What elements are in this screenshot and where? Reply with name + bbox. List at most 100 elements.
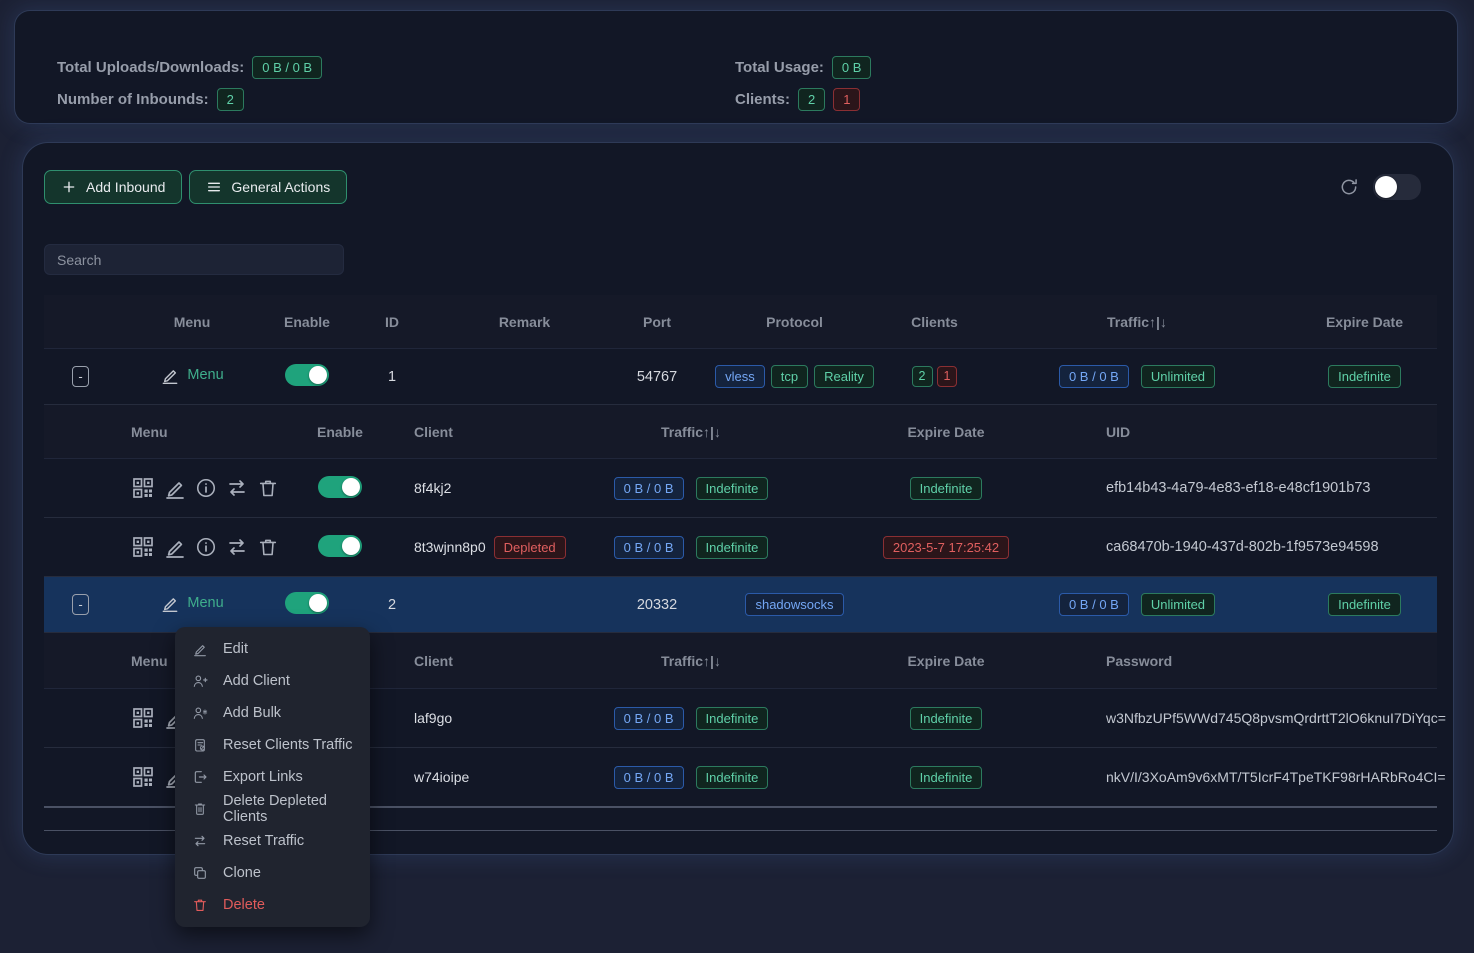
sub-header-traffic[interactable]: Traffic↑|↓ xyxy=(566,653,816,669)
client-name: w74ioipe xyxy=(379,769,566,785)
total-uploads-downloads-label: Total Uploads/Downloads: xyxy=(57,59,244,76)
sub-header-uid: UID xyxy=(1076,424,1437,440)
header-protocol: Protocol xyxy=(702,314,887,330)
info-icon[interactable] xyxy=(195,536,217,558)
sub-header-client: Client xyxy=(379,424,566,440)
delete-client-icon[interactable] xyxy=(257,477,279,499)
menu-item-add-client[interactable]: Add Client xyxy=(175,665,370,697)
expire-badge: Indefinite xyxy=(1328,593,1401,616)
depleted-badge: Depleted xyxy=(494,536,566,559)
client-name: laf9go xyxy=(379,710,566,726)
search-input[interactable] xyxy=(44,244,344,275)
menu-item-label: Export Links xyxy=(223,769,303,785)
inbound-id: 1 xyxy=(347,369,437,385)
header-port: Port xyxy=(612,314,702,330)
client-row: 8f4kj2 0 B / 0 B Indefinite Indefinite e… xyxy=(44,459,1437,518)
protocol-badge: vless xyxy=(715,365,765,388)
trash-icon xyxy=(192,897,208,913)
traffic-badge: 0 B / 0 B xyxy=(1059,365,1129,388)
delete-client-icon[interactable] xyxy=(257,536,279,558)
general-actions-button[interactable]: General Actions xyxy=(189,170,347,204)
edit-icon xyxy=(192,641,208,657)
header-id: ID xyxy=(347,314,437,330)
header-traffic-sort[interactable]: Traffic↑|↓ xyxy=(982,314,1292,330)
menu-item-edit[interactable]: Edit xyxy=(175,633,370,665)
dark-mode-toggle[interactable] xyxy=(1373,174,1421,200)
edit-pencil-icon xyxy=(160,365,180,385)
collapse-row-button[interactable]: - xyxy=(72,594,89,615)
enable-toggle[interactable] xyxy=(285,364,329,386)
edit-client-icon[interactable] xyxy=(163,535,187,559)
client-limit-badge: Indefinite xyxy=(696,477,769,500)
menu-item-delete-depleted-clients[interactable]: Delete Depleted Clients xyxy=(175,793,370,825)
sub-header-expire: Expire Date xyxy=(816,424,1076,440)
qr-code-icon[interactable] xyxy=(131,476,155,500)
refresh-icon[interactable] xyxy=(1339,177,1359,197)
client-traffic-badge: 0 B / 0 B xyxy=(614,707,684,730)
reset-traffic-icon[interactable] xyxy=(225,535,249,559)
menu-item-export-links[interactable]: Export Links xyxy=(175,761,370,793)
menu-item-reset-clients-traffic[interactable]: Reset Clients Traffic xyxy=(175,729,370,761)
person-plus-icon xyxy=(192,673,208,689)
trash-box-icon xyxy=(192,801,208,817)
add-inbound-label: Add Inbound xyxy=(86,179,165,195)
client-password: w3NfbzUPf5WWd745Q8pvsmQrdrttT2lO6knuI7Di… xyxy=(1076,710,1446,726)
clients-depleted-count: 1 xyxy=(833,88,860,111)
enable-toggle[interactable] xyxy=(285,592,329,614)
protocol-badge: shadowsocks xyxy=(745,593,843,616)
sub-header-password: Password xyxy=(1076,653,1437,669)
sub-header-client: Client xyxy=(379,653,566,669)
inbound-context-menu: Edit Add Client Add Bulk Reset Clients T… xyxy=(175,627,370,927)
sub-header-expire: Expire Date xyxy=(816,653,1076,669)
menu-item-clone[interactable]: Clone xyxy=(175,857,370,889)
toolbar: Add Inbound General Actions xyxy=(44,170,1421,204)
stats-panel: Total Uploads/Downloads: 0 B / 0 B Numbe… xyxy=(14,10,1458,124)
client-traffic-badge: 0 B / 0 B xyxy=(614,536,684,559)
sub-header-traffic[interactable]: Traffic↑|↓ xyxy=(566,424,816,440)
client-uid: ca68470b-1940-437d-802b-1f9573e94598 xyxy=(1076,539,1437,555)
total-uploads-downloads-value: 0 B / 0 B xyxy=(252,56,322,79)
client-traffic-badge: 0 B / 0 B xyxy=(614,766,684,789)
info-icon[interactable] xyxy=(195,477,217,499)
collapse-row-button[interactable]: - xyxy=(72,366,89,387)
client-enable-toggle[interactable] xyxy=(318,476,362,498)
plus-icon xyxy=(61,179,77,195)
number-of-inbounds-value: 2 xyxy=(217,88,244,111)
header-menu: Menu xyxy=(117,314,267,330)
menu-item-add-bulk[interactable]: Add Bulk xyxy=(175,697,370,729)
menu-item-label: Reset Clients Traffic xyxy=(223,737,352,753)
client-uid: efb14b43-4a79-4e83-ef18-e48cf1901b73 xyxy=(1076,480,1437,496)
qr-code-icon[interactable] xyxy=(131,706,155,730)
export-icon xyxy=(192,769,208,785)
client-enable-toggle[interactable] xyxy=(318,535,362,557)
qr-code-icon[interactable] xyxy=(131,765,155,789)
client-traffic-badge: 0 B / 0 B xyxy=(614,477,684,500)
inbound-menu-link[interactable]: Menu xyxy=(160,365,223,385)
traffic-badge: 0 B / 0 B xyxy=(1059,593,1129,616)
qr-code-icon[interactable] xyxy=(131,535,155,559)
reset-traffic-icon[interactable] xyxy=(225,476,249,500)
menu-item-reset-traffic[interactable]: Reset Traffic xyxy=(175,825,370,857)
menu-item-label: Reset Traffic xyxy=(223,833,304,849)
inbound-id: 2 xyxy=(347,597,437,613)
clients-active-count: 2 xyxy=(798,88,825,111)
hamburger-icon xyxy=(206,179,222,195)
add-inbound-button[interactable]: Add Inbound xyxy=(44,170,182,204)
transport-badge: tcp xyxy=(771,365,808,388)
menu-item-label: Clone xyxy=(223,865,261,881)
header-enable: Enable xyxy=(267,314,347,330)
edit-client-icon[interactable] xyxy=(163,476,187,500)
total-usage-value: 0 B xyxy=(832,56,872,79)
inbound-menu-link[interactable]: Menu xyxy=(160,593,223,613)
menu-item-label: Edit xyxy=(223,641,248,657)
client-limit-badge: Indefinite xyxy=(696,707,769,730)
person-star-icon xyxy=(192,705,208,721)
inbound-row-2: - Menu 2 20332 shadowsocks 0 B / 0 B Unl… xyxy=(44,577,1437,633)
client-expire-badge: Indefinite xyxy=(910,477,983,500)
menu-link-label: Menu xyxy=(187,595,223,611)
menu-item-delete[interactable]: Delete xyxy=(175,889,370,921)
table-header-row: Menu Enable ID Remark Port Protocol Clie… xyxy=(44,295,1437,349)
clients-subtable-header: Menu Enable Client Traffic↑|↓ Expire Dat… xyxy=(44,405,1437,459)
header-clients[interactable]: Clients xyxy=(887,314,982,330)
client-expire-badge: Indefinite xyxy=(910,766,983,789)
